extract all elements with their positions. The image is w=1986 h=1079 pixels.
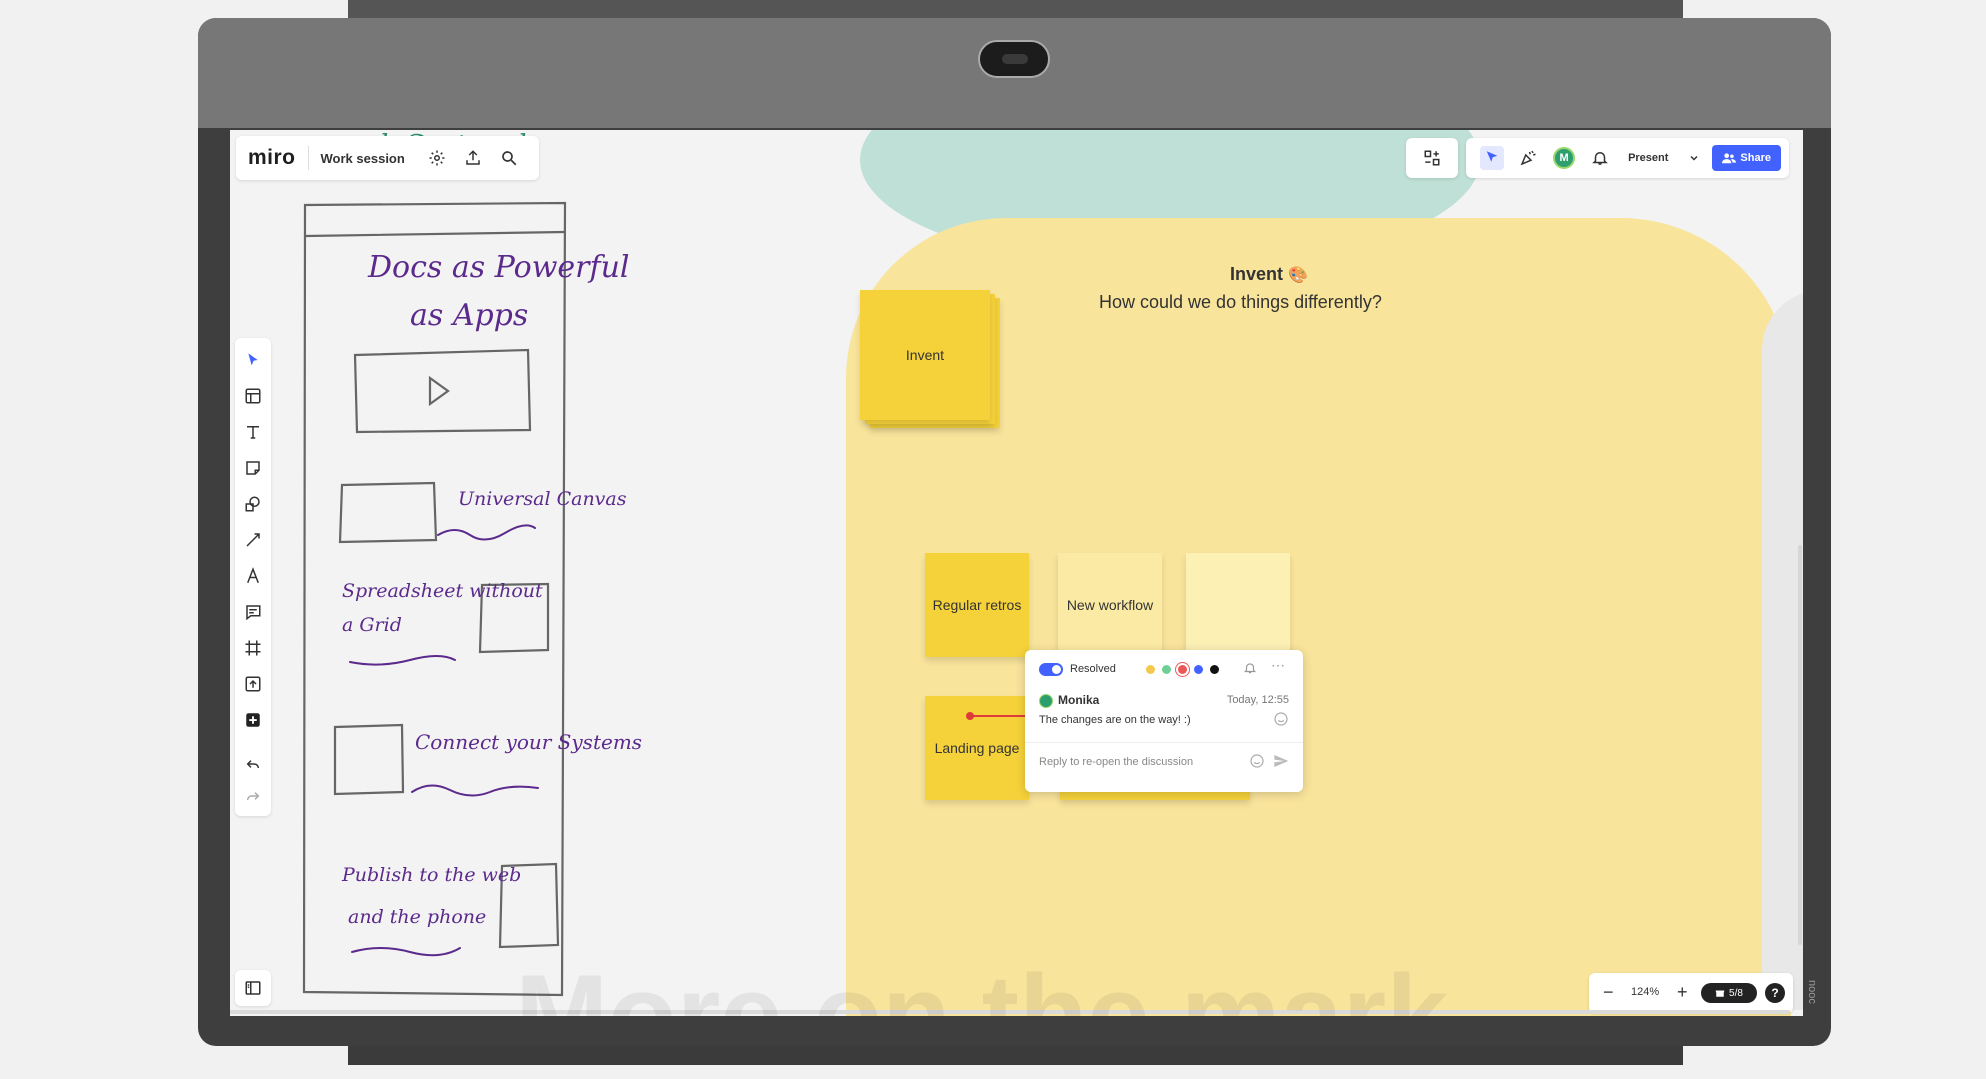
- side-watermark: nooc: [1806, 980, 1818, 1004]
- user-avatar[interactable]: M: [1552, 146, 1576, 170]
- adjacent-frame-edge: [1762, 290, 1803, 1010]
- comment-text: The changes are on the way! :): [1039, 714, 1191, 726]
- comment-pin[interactable]: [966, 712, 974, 720]
- color-yellow[interactable]: [1146, 665, 1155, 674]
- templates-icon[interactable]: [241, 384, 265, 408]
- select-cursor-icon[interactable]: [241, 348, 265, 372]
- zoom-out-icon[interactable]: −: [1603, 982, 1614, 1003]
- zoom-controls: − 124% + 5/8 ?: [1589, 973, 1793, 1013]
- sketch-spreadsheet-line1: Spreadsheet without: [342, 580, 543, 602]
- upload-file-icon[interactable]: [241, 672, 265, 696]
- text-tool-icon[interactable]: [241, 420, 265, 444]
- sketch-connect-systems: Connect your Systems: [415, 730, 643, 754]
- apps-grid-icon[interactable]: [1420, 146, 1444, 170]
- sketch-universal-canvas: Universal Canvas: [458, 488, 627, 510]
- comment-connector: [970, 715, 1028, 717]
- color-black[interactable]: [1210, 665, 1219, 674]
- more-apps-plus-icon[interactable]: [241, 708, 265, 732]
- present-button[interactable]: Present: [1628, 152, 1668, 164]
- sketch-title-line1: Docs as Powerful: [368, 250, 630, 285]
- vertical-scrollbar[interactable]: [1798, 545, 1802, 945]
- sketch-publish-line1: Publish to the web: [342, 864, 522, 886]
- help-button[interactable]: ?: [1765, 983, 1785, 1003]
- comment-author: Monika: [1058, 693, 1100, 707]
- board-name[interactable]: Work session: [321, 151, 405, 166]
- settings-gear-icon[interactable]: [426, 147, 448, 169]
- comment-time: Today, 12:55: [1226, 694, 1289, 706]
- sticky-new-workflow[interactable]: New workflow: [1058, 553, 1162, 657]
- miro-logo[interactable]: miro: [248, 146, 296, 170]
- sketch-spreadsheet-line2: a Grid: [342, 614, 402, 636]
- sticky-invent[interactable]: Invent: [860, 290, 990, 420]
- reply-emoji-icon[interactable]: [1249, 753, 1265, 772]
- celebrate-icon[interactable]: [1516, 146, 1540, 170]
- send-icon[interactable]: [1273, 753, 1289, 772]
- gift-icon: [1715, 990, 1725, 997]
- undo-icon[interactable]: [241, 754, 265, 778]
- users-icon: [1722, 153, 1737, 164]
- author-avatar: [1039, 694, 1053, 708]
- palette-icon: 🎨: [1288, 267, 1308, 284]
- sketch-publish-line2: and the phone: [348, 906, 487, 928]
- sketch-title-line2: as Apps: [410, 298, 529, 333]
- resolved-toggle[interactable]: [1039, 663, 1063, 676]
- shapes-icon[interactable]: [241, 492, 265, 516]
- frame-icon[interactable]: [241, 636, 265, 660]
- notifications-bell-icon[interactable]: [1588, 146, 1612, 170]
- comment-icon[interactable]: [241, 600, 265, 624]
- present-dropdown-chevron-icon[interactable]: [1682, 146, 1706, 170]
- connection-line-icon[interactable]: [241, 528, 265, 552]
- sticky-regular-retros[interactable]: Regular retros: [925, 553, 1029, 657]
- sticky-note-icon[interactable]: [241, 456, 265, 480]
- collab-box: M Present Share: [1466, 138, 1789, 178]
- zoom-in-icon[interactable]: +: [1677, 982, 1688, 1003]
- right-toolbar: M Present Share: [1406, 136, 1789, 180]
- comment-bell-icon[interactable]: [1243, 661, 1257, 678]
- zoom-level[interactable]: 124%: [1631, 986, 1659, 998]
- side-panel-toggle-icon[interactable]: [235, 970, 271, 1006]
- apps-box: [1406, 138, 1459, 178]
- camera: [978, 40, 1050, 78]
- reaction-emoji-icon[interactable]: [1273, 711, 1289, 730]
- sticky-blank[interactable]: [1186, 553, 1290, 657]
- more-options-icon[interactable]: ⋯: [1271, 657, 1285, 674]
- video-caption-overlay: More on the mark: [515, 952, 1449, 1077]
- color-blue[interactable]: [1194, 665, 1203, 674]
- share-button[interactable]: Share: [1712, 145, 1781, 171]
- redo-icon[interactable]: [241, 786, 265, 810]
- frame-title: Invent 🎨: [1230, 264, 1308, 284]
- upload-icon[interactable]: [462, 147, 484, 169]
- color-green[interactable]: [1162, 665, 1171, 674]
- color-red[interactable]: [1178, 665, 1187, 674]
- miro-screen: k Centered miro Work session: [230, 130, 1803, 1016]
- creation-toolbar: [235, 338, 271, 816]
- reply-input[interactable]: Reply to re-open the discussion: [1039, 756, 1193, 768]
- bezel-top: [198, 18, 1831, 128]
- search-icon[interactable]: [498, 147, 520, 169]
- resolved-label: Resolved: [1070, 663, 1116, 675]
- slides-counter[interactable]: 5/8: [1701, 983, 1757, 1003]
- cursor-follow-icon[interactable]: [1480, 146, 1505, 170]
- frame-subtitle: How could we do things differently?: [1099, 292, 1382, 312]
- comment-card: Resolved ⋯ Monika Today, 12:55 The chang…: [1025, 650, 1303, 792]
- pen-icon[interactable]: [241, 564, 265, 588]
- main-toolbar: miro Work session: [236, 136, 539, 180]
- sticky-landing-page[interactable]: Landing page: [925, 696, 1029, 800]
